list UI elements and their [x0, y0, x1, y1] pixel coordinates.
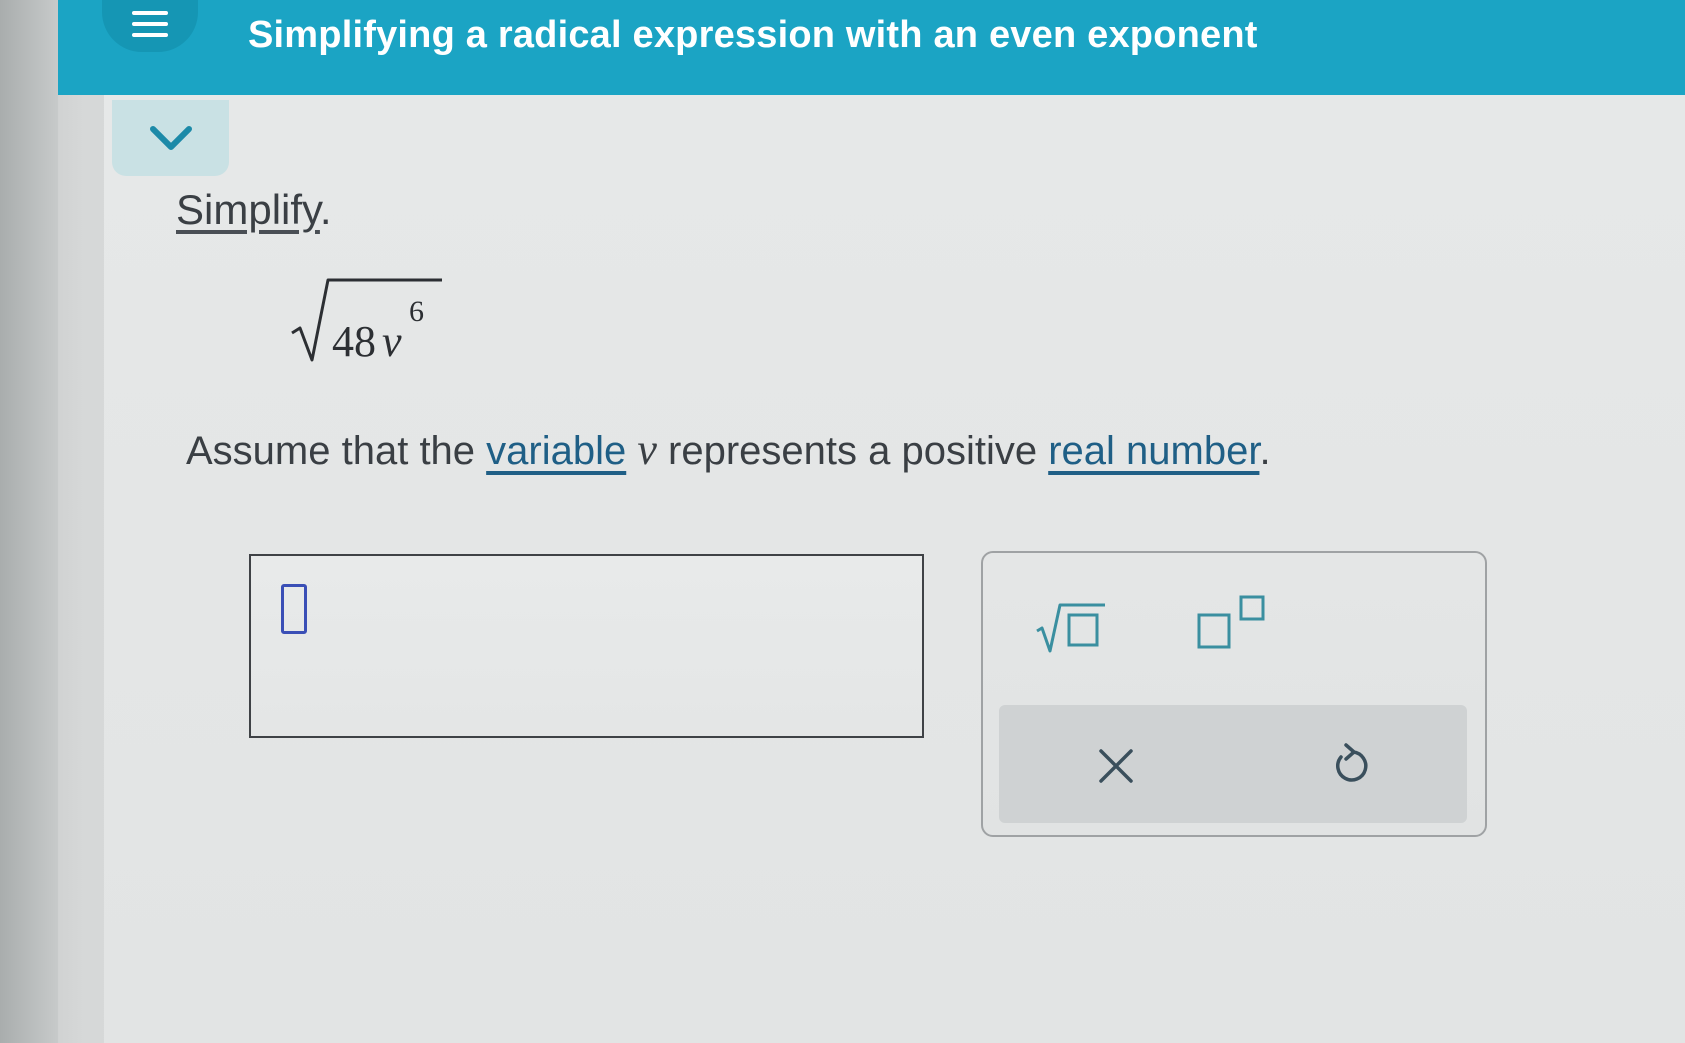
- clear-button[interactable]: [1091, 741, 1141, 791]
- real-number-link[interactable]: real number: [1048, 429, 1259, 473]
- square-root-icon: [1036, 603, 1105, 653]
- empty-placeholder-box-icon: [281, 584, 307, 634]
- assumption-text: Assume that the variable v represents a …: [186, 424, 1271, 475]
- assumption-middle: represents a positive: [656, 429, 1049, 473]
- instruction-text: Simplify.: [176, 186, 332, 234]
- keypad-action-row: [999, 705, 1467, 823]
- square-root-button[interactable]: [1033, 593, 1113, 655]
- undo-arrow-icon: [1336, 743, 1368, 782]
- radicand-exponent: 6: [409, 295, 424, 328]
- collapse-toggle-button[interactable]: [112, 100, 229, 176]
- exponent-button[interactable]: [1193, 593, 1283, 655]
- simplify-link[interactable]: Simplify: [176, 186, 320, 233]
- undo-button[interactable]: [1325, 739, 1375, 789]
- hamburger-menu-icon: [132, 11, 168, 39]
- math-keypad: [981, 551, 1487, 837]
- chevron-down-icon: [149, 126, 192, 150]
- instruction-suffix: .: [319, 186, 332, 233]
- superscript-power-icon: [1197, 595, 1265, 649]
- left-bezel: [0, 0, 58, 1043]
- variable-link[interactable]: variable: [486, 429, 626, 473]
- page-title: Simplifying a radical expression with an…: [248, 14, 1258, 56]
- radical-expression: 48 v 6: [291, 278, 452, 368]
- variable-symbol: v: [637, 425, 657, 474]
- close-x-icon: [1099, 749, 1133, 783]
- screen: Simplifying a radical expression with an…: [0, 0, 1685, 1043]
- radicand-variable: v: [382, 317, 402, 366]
- answer-input[interactable]: [249, 554, 924, 738]
- assumption-space: [626, 429, 637, 473]
- assumption-prefix: Assume that the: [186, 429, 487, 473]
- assumption-suffix: .: [1259, 429, 1271, 473]
- radicand-coefficient: 48: [332, 317, 376, 366]
